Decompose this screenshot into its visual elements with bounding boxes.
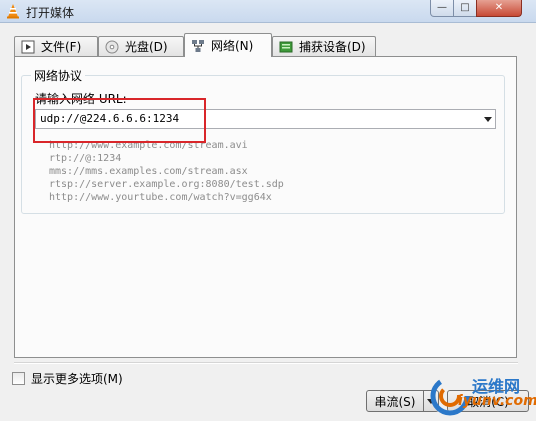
show-more-checkbox[interactable] <box>12 372 25 385</box>
vlc-cone-icon <box>7 4 19 19</box>
close-icon: ✕ <box>494 2 504 13</box>
minimize-button[interactable]: — <box>430 0 454 17</box>
watermark-text-domain: iyunv.com <box>458 393 536 409</box>
tab-capture-device[interactable]: 捕获设备(D) <box>272 36 376 56</box>
close-button[interactable]: ✕ <box>476 0 522 17</box>
capture-device-icon <box>279 41 293 52</box>
maximize-button[interactable]: □ <box>453 0 477 17</box>
show-more-options[interactable]: 显示更多选项(M) <box>12 370 123 387</box>
title-bar: 打开媒体 — □ ✕ <box>0 0 536 23</box>
disc-icon <box>105 40 119 53</box>
url-examples: http://www.example.com/stream.avi rtp://… <box>49 139 284 204</box>
example-url: rtsp://server.example.org:8080/test.sdp <box>49 179 284 190</box>
minimize-icon: — <box>437 2 447 13</box>
example-url: mms://mms.examples.com/stream.asx <box>49 166 248 177</box>
window-title: 打开媒体 <box>26 6 75 20</box>
tab-network-label: 网络(N) <box>211 39 254 53</box>
tab-disc[interactable]: 光盘(D) <box>98 36 184 56</box>
tab-disc-label: 光盘(D) <box>125 40 168 54</box>
tab-network[interactable]: 网络(N) <box>184 33 272 57</box>
separator <box>14 362 518 364</box>
dropdown-arrow-icon[interactable] <box>484 117 492 122</box>
tab-capture-label: 捕获设备(D) <box>299 40 366 54</box>
stream-button[interactable]: 串流(S) <box>366 390 424 412</box>
tab-file-label: 文件(F) <box>41 40 82 54</box>
network-icon <box>192 39 204 52</box>
show-more-label[interactable]: 显示更多选项(M) <box>31 370 123 387</box>
example-url: rtp://@:1234 <box>49 153 122 164</box>
stream-button-label: 串流(S) <box>374 394 416 409</box>
maximize-icon: □ <box>460 2 470 13</box>
annotation-highlight-box <box>33 98 206 143</box>
tab-file[interactable]: 文件(F) <box>14 36 98 56</box>
file-play-icon <box>21 40 35 53</box>
watermark: 运维网 iyunv.com <box>428 368 536 421</box>
example-url: http://www.yourtube.com/watch?v=gg64x <box>49 192 272 203</box>
group-title: 网络协议 <box>31 67 86 84</box>
